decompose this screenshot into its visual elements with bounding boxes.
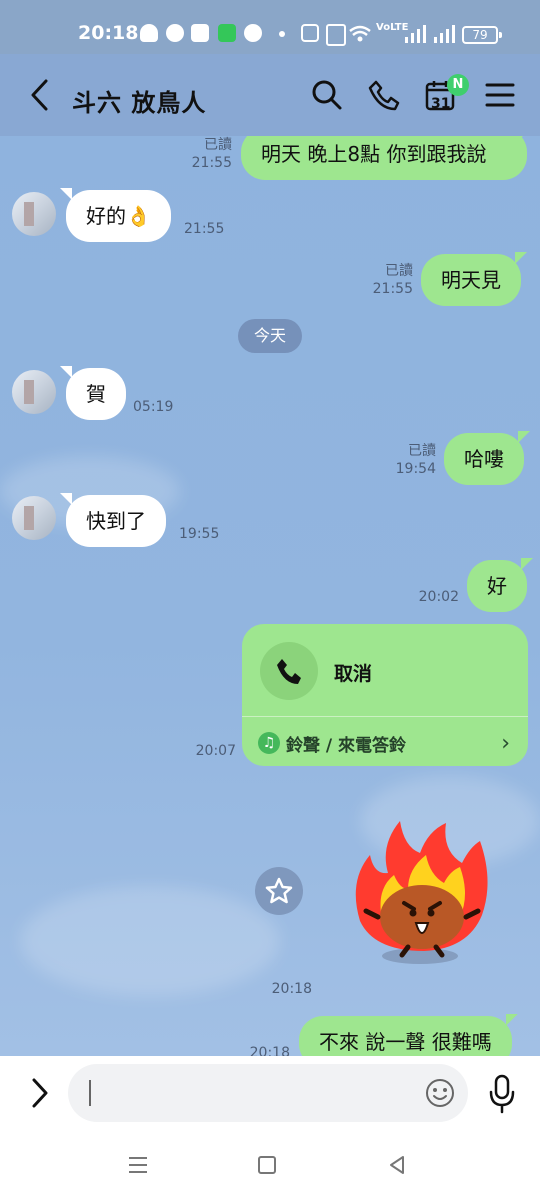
message-text: 賀	[86, 382, 106, 406]
outgoing-message[interactable]: 哈嘍	[444, 433, 524, 485]
message-text: 明天見	[441, 268, 501, 292]
chevron-right-icon: ›	[501, 731, 510, 756]
system-navigation-bar	[0, 1134, 540, 1200]
expand-chevron-icon[interactable]	[28, 1076, 52, 1110]
shopping-bag-icon	[191, 24, 209, 42]
outgoing-message[interactable]: 不來 說一聲 很難嗎	[299, 1016, 512, 1056]
message-input[interactable]	[68, 1064, 468, 1122]
signal-1-icon	[405, 25, 426, 43]
microphone-icon[interactable]	[486, 1074, 518, 1114]
vibrate-icon	[326, 24, 346, 46]
message-input-bar	[0, 1056, 540, 1134]
message-text: 快到了	[86, 509, 146, 533]
read-receipt: 已讀	[408, 443, 436, 459]
message-text: 哈嘍	[464, 447, 504, 471]
back-chevron-icon[interactable]	[28, 78, 50, 112]
message-meta: 已讀 21:55	[371, 262, 413, 298]
incoming-message[interactable]: 好的👌	[66, 190, 171, 242]
nfc-icon	[301, 24, 319, 42]
back-icon[interactable]	[384, 1152, 410, 1178]
call-icon-circle	[260, 642, 318, 700]
angry-fire-sticker[interactable]	[342, 811, 502, 991]
outgoing-message[interactable]: 好	[467, 560, 527, 612]
menu-icon[interactable]	[483, 78, 517, 112]
timestamp: 21:55	[372, 281, 413, 297]
chat-bubble-icon	[166, 24, 184, 42]
message-meta: 已讀 19:54	[394, 442, 436, 478]
avatar[interactable]	[12, 192, 56, 236]
message-text: 明天 晚上8點 你到跟我說	[261, 142, 487, 166]
outgoing-message[interactable]: 明天 晚上8點 你到跟我說	[241, 136, 527, 180]
message-meta: 已讀 21:55	[190, 136, 232, 172]
phone-icon	[277, 659, 301, 684]
line-app-icon	[244, 24, 262, 42]
message-text: 好的👌	[86, 204, 151, 228]
notification-dot-icon	[279, 31, 285, 37]
timestamp: 21:55	[191, 155, 232, 171]
calendar-day: 31	[431, 96, 451, 112]
timestamp: 20:07	[195, 743, 236, 759]
timestamp: 05:19	[133, 399, 174, 415]
avatar[interactable]	[12, 370, 56, 414]
emoji-icon[interactable]	[424, 1077, 456, 1109]
incoming-message[interactable]: 快到了	[66, 495, 166, 547]
timestamp: 19:55	[179, 526, 220, 542]
timestamp: 21:55	[184, 221, 225, 237]
search-icon[interactable]	[310, 78, 344, 112]
read-receipt: 已讀	[204, 137, 232, 153]
timestamp: 20:02	[418, 589, 459, 605]
status-time: 20:18	[78, 22, 139, 44]
text-cursor	[89, 1080, 91, 1106]
timestamp: 20:18	[249, 1045, 290, 1056]
call-status: 取消	[334, 663, 373, 685]
chat-area[interactable]: 已讀 21:55 明天 晚上8點 你到跟我說 好的👌 21:55 已讀 21:5…	[0, 136, 540, 1056]
read-receipt: 已讀	[385, 263, 413, 279]
ringtone-link[interactable]: 鈴聲 / 來電答鈴	[286, 731, 406, 756]
chat-title: 斗六 放鳥人	[72, 89, 207, 117]
phone-icon[interactable]	[367, 78, 401, 112]
signal-2-icon	[434, 25, 455, 43]
recent-apps-icon[interactable]	[125, 1152, 151, 1178]
status-bar: 20:18 VoLTE 79	[0, 0, 540, 54]
wifi-icon	[349, 25, 371, 42]
message-text: 好	[487, 574, 507, 598]
message-text: 不來 說一聲 很難嗎	[319, 1030, 492, 1054]
music-note-icon: ♫	[258, 732, 280, 754]
person-add-icon	[140, 24, 158, 42]
chat-header: 斗六 放鳥人 31 N	[0, 54, 540, 136]
favorite-sticker-button[interactable]	[255, 867, 303, 915]
avatar[interactable]	[12, 496, 56, 540]
call-message-card[interactable]: 取消 ♫ 鈴聲 / 來電答鈴 ›	[242, 624, 528, 766]
timestamp: 19:54	[395, 461, 436, 477]
home-icon[interactable]	[254, 1152, 280, 1178]
timestamp: 20:18	[271, 981, 312, 997]
battery-indicator: 79	[462, 26, 502, 44]
star-icon	[265, 877, 293, 904]
app-notification-icon	[218, 24, 236, 42]
day-separator: 今天	[238, 319, 302, 353]
outgoing-message[interactable]: 明天見	[421, 254, 521, 306]
new-badge: N	[447, 74, 469, 96]
incoming-message[interactable]: 賀	[66, 368, 126, 420]
